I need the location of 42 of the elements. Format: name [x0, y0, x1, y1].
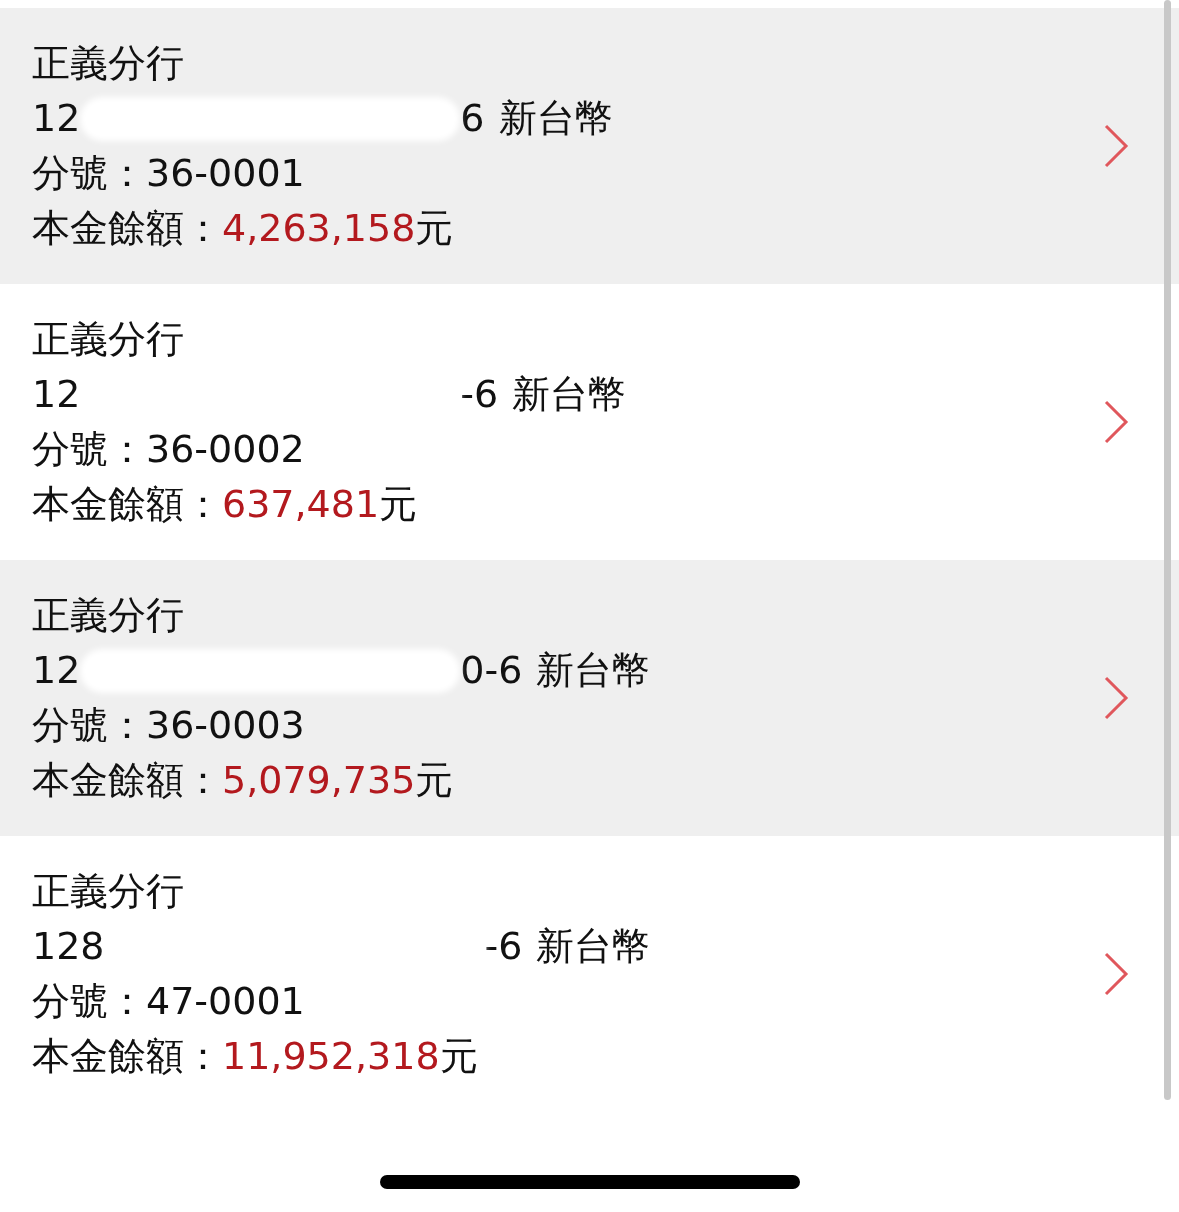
balance-label: 本金餘額：	[32, 757, 222, 804]
account-number-start: 128	[32, 923, 105, 970]
account-number-start: 12	[32, 371, 81, 418]
currency-label: 新台幣	[512, 371, 627, 418]
chevron-right-icon	[1103, 400, 1129, 444]
account-number-end: 0-6	[460, 647, 523, 694]
sub-account-number: 36-0003	[146, 702, 305, 749]
currency-label: 新台幣	[536, 923, 651, 970]
balance-amount: 4,263,158	[222, 205, 416, 252]
balance-amount: 11,952,318	[222, 1033, 440, 1080]
branch-name: 正義分行	[32, 316, 184, 363]
currency-label: 新台幣	[536, 647, 651, 694]
sub-account-label: 分號：	[32, 426, 146, 473]
account-row[interactable]: 正義分行 12 0-6 新台幣 分號：36-0003 本金餘額：5,079,735元	[0, 560, 1179, 836]
currency-unit: 元	[379, 481, 418, 528]
currency-unit: 元	[415, 205, 454, 252]
branch-name: 正義分行	[32, 592, 184, 639]
account-row[interactable]: 正義分行 12 6 新台幣 分號：36-0001 本金餘額：4,263,158元	[0, 8, 1179, 284]
sub-account-label: 分號：	[32, 150, 146, 197]
currency-unit: 元	[439, 1033, 478, 1080]
sub-account-number: 36-0001	[146, 150, 305, 197]
chevron-right-icon	[1103, 676, 1129, 720]
sub-account-number: 47-0001	[146, 978, 305, 1025]
currency-label: 新台幣	[498, 95, 613, 142]
branch-name: 正義分行	[32, 868, 184, 915]
currency-unit: 元	[415, 757, 454, 804]
balance-label: 本金餘額：	[32, 481, 222, 528]
branch-name: 正義分行	[32, 40, 184, 87]
balance-amount: 637,481	[222, 481, 380, 528]
account-number-end: -6	[460, 371, 499, 418]
account-number-end: 6	[460, 95, 485, 142]
sub-account-label: 分號：	[32, 978, 146, 1025]
balance-label: 本金餘額：	[32, 205, 222, 252]
account-number-end: -6	[484, 923, 523, 970]
sub-account-label: 分號：	[32, 702, 146, 749]
sub-account-number: 36-0002	[146, 426, 305, 473]
balance-amount: 5,079,735	[222, 757, 416, 804]
account-number-start: 12	[32, 95, 81, 142]
balance-label: 本金餘額：	[32, 1033, 222, 1080]
chevron-right-icon	[1103, 124, 1129, 168]
account-number-start: 12	[32, 647, 81, 694]
chevron-right-icon	[1103, 952, 1129, 996]
